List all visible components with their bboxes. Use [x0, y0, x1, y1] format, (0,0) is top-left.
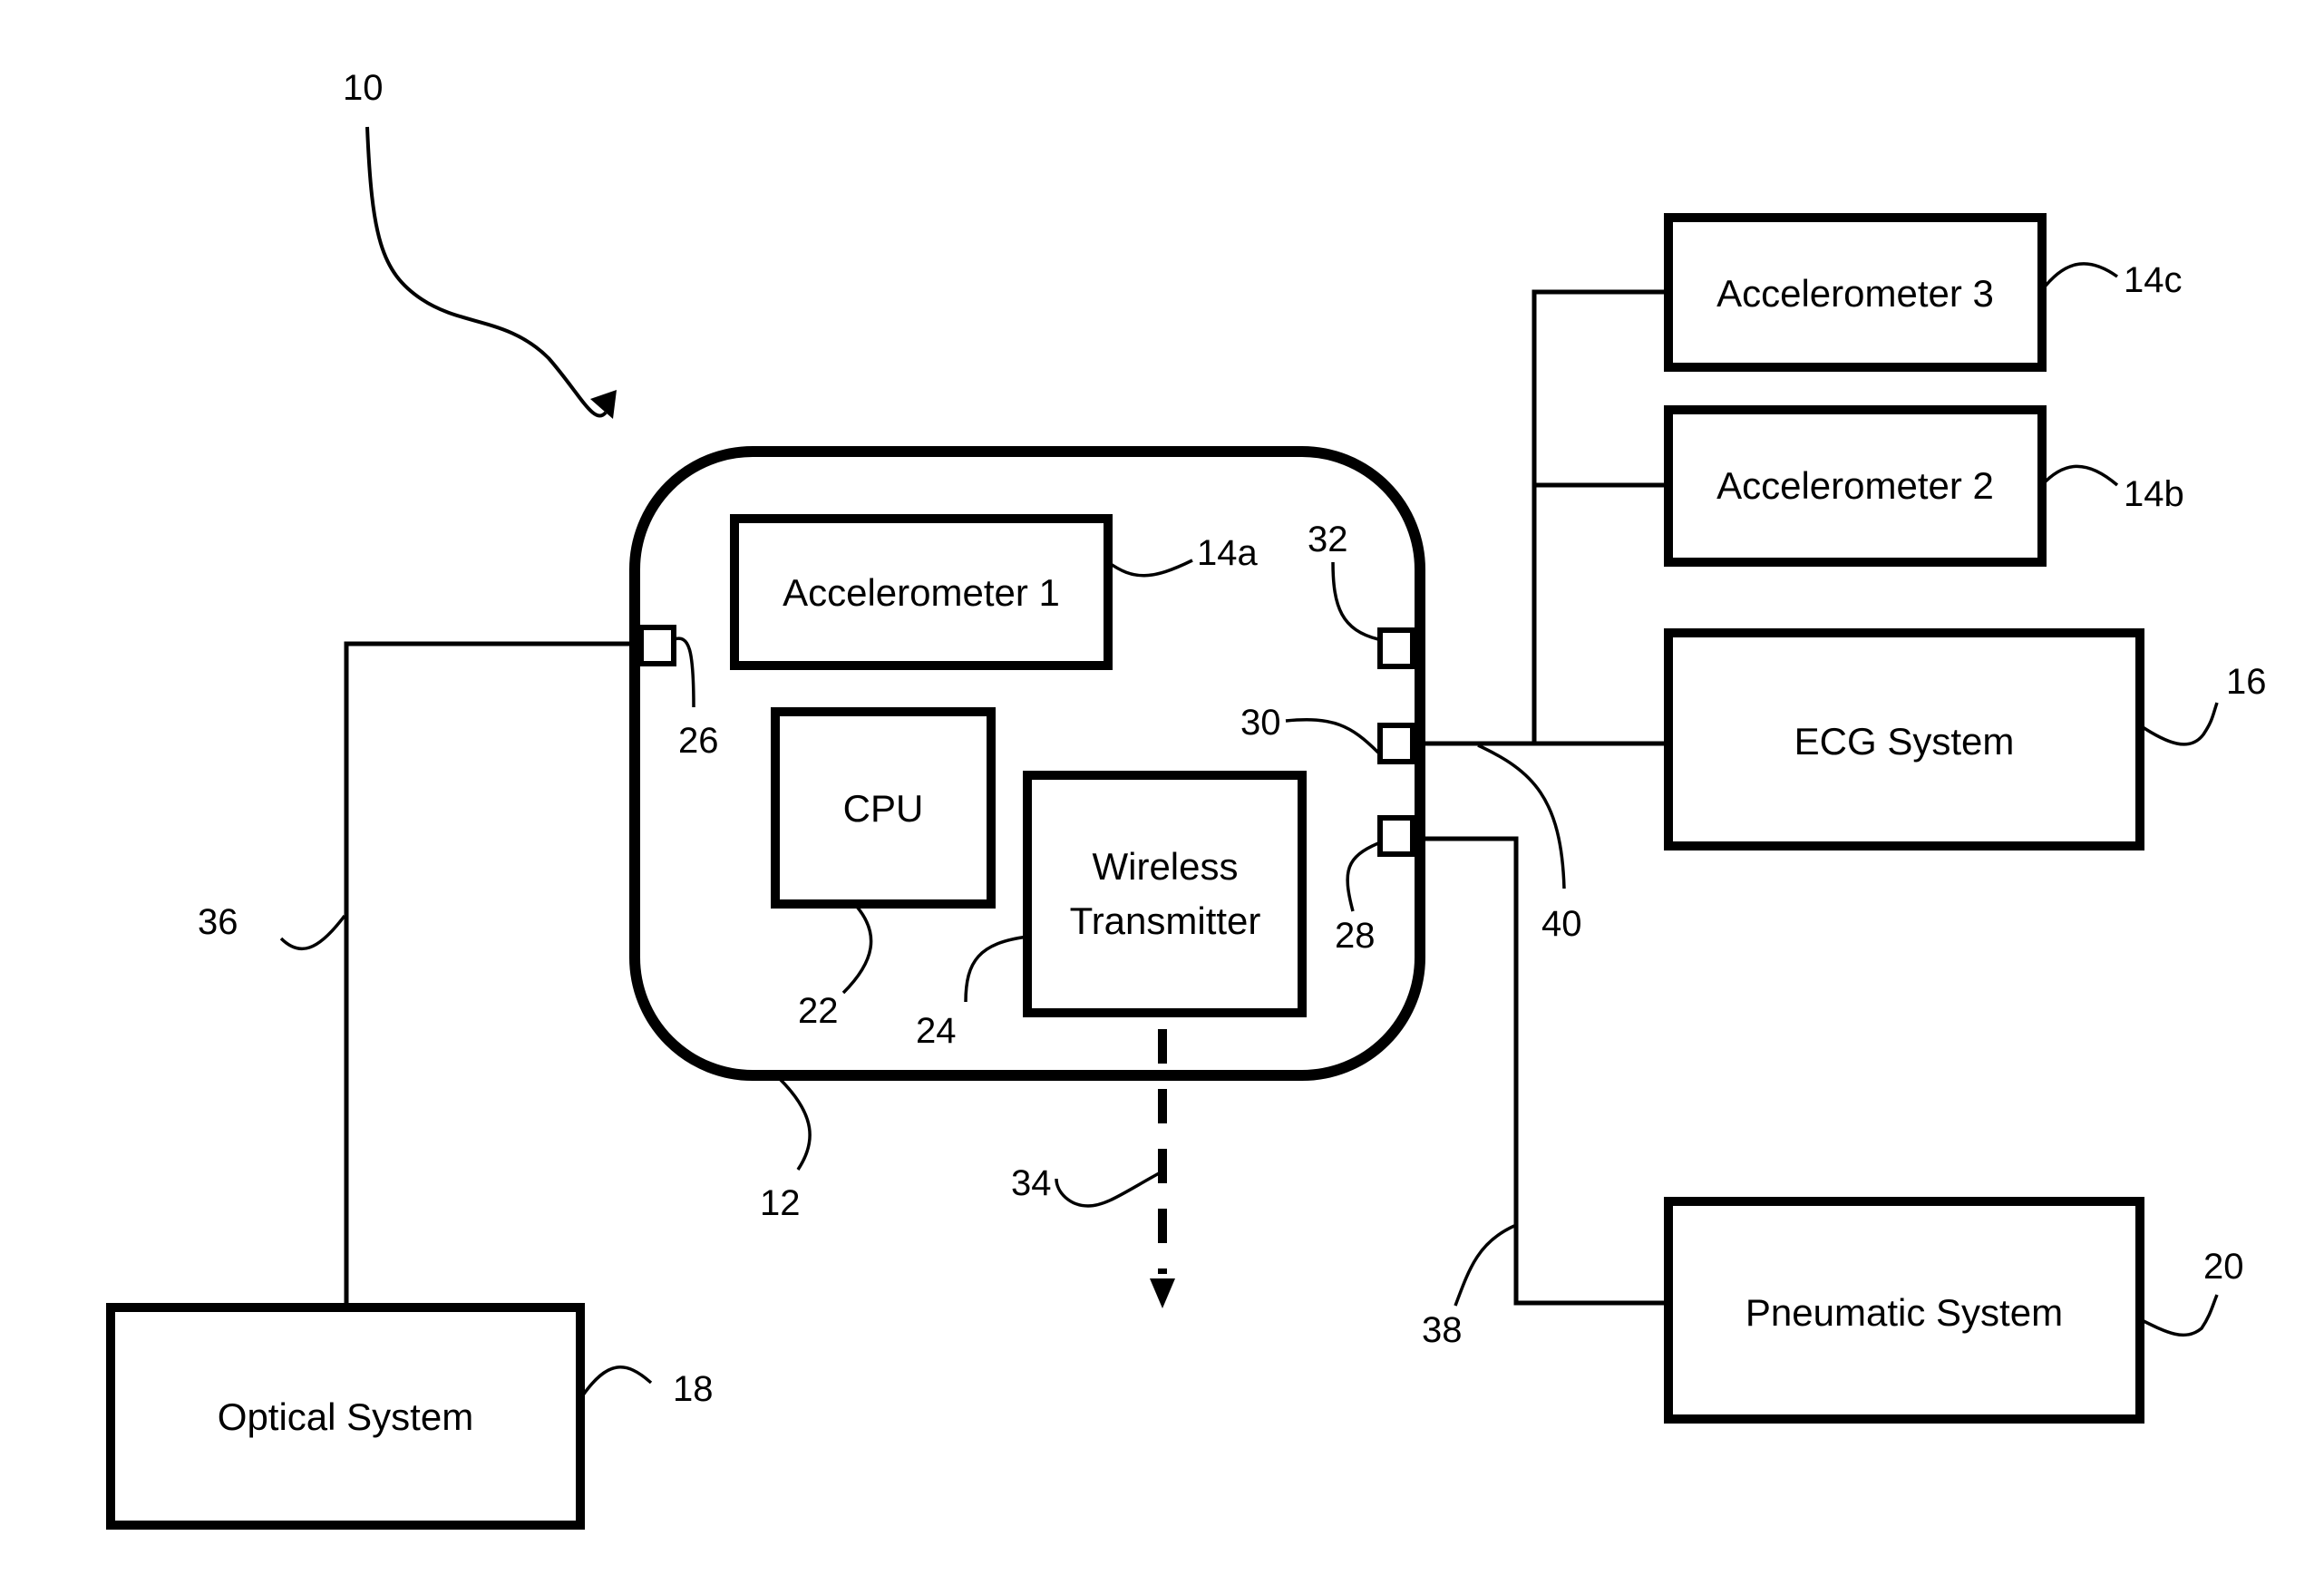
- ref-30: 30: [1240, 703, 1281, 743]
- ref-20: 20: [2203, 1247, 2244, 1287]
- ref-leader-40: [1477, 744, 1566, 889]
- ref-14a: 14a: [1197, 533, 1258, 573]
- ref-leader-16: [2139, 702, 2219, 746]
- ref-22: 22: [798, 991, 839, 1031]
- pneumatic-line: [1413, 836, 1668, 1306]
- accelerometer-2-label: Accelerometer 2: [1716, 464, 1994, 507]
- cpu-label: CPU: [843, 787, 924, 830]
- wireless-signal-arrowhead-icon: [1150, 1278, 1175, 1308]
- ref-leader-38: [1454, 1224, 1515, 1307]
- ref-18: 18: [673, 1369, 714, 1409]
- ref-32: 32: [1308, 520, 1348, 559]
- ref-14b: 14b: [2124, 474, 2184, 514]
- accelerometer-3-label: Accelerometer 3: [1716, 272, 1994, 315]
- patent-diagram: 10 12 Accelerometer 1 14a CPU 22 Wireles…: [106, 68, 2267, 1530]
- accelerometer-bus-vertical: [1532, 289, 1668, 744]
- wireless-label-line2: Transmitter: [1070, 899, 1261, 942]
- wireless-label-line1: Wireless: [1092, 845, 1238, 888]
- ref-16: 16: [2226, 662, 2267, 702]
- ref-36: 36: [198, 902, 238, 942]
- ref-26: 26: [678, 721, 719, 761]
- port-30: [1377, 723, 1415, 764]
- ref-leader-20: [2139, 1294, 2219, 1337]
- ref-10: 10: [343, 68, 384, 108]
- port-28: [1377, 815, 1415, 857]
- accelerometer-1-label: Accelerometer 1: [783, 571, 1060, 614]
- ref-leader-14c: [2040, 262, 2119, 292]
- optical-line: [344, 641, 641, 1307]
- ref-leader-12: [778, 1077, 812, 1171]
- ref-12: 12: [760, 1183, 801, 1223]
- ref-40: 40: [1541, 904, 1582, 944]
- ref-38: 38: [1422, 1310, 1463, 1350]
- wireless-transmitter-box: [1023, 771, 1307, 1017]
- pneumatic-system-label: Pneumatic System: [1745, 1291, 2063, 1334]
- port-32: [1377, 627, 1415, 669]
- ecg-system-label: ECG System: [1794, 720, 2015, 763]
- ref-14c: 14c: [2124, 260, 2183, 300]
- ref-leader-18: [580, 1366, 653, 1398]
- ref-28: 28: [1335, 916, 1376, 956]
- ref-24: 24: [916, 1011, 957, 1051]
- optical-system-label: Optical System: [218, 1395, 473, 1438]
- ref-leader-36: [279, 914, 346, 951]
- ref-leader-34: [1055, 1171, 1162, 1208]
- port-26: [638, 625, 676, 666]
- system-arrow: [365, 126, 608, 418]
- ref-leader-14b: [2040, 464, 2119, 487]
- ref-34: 34: [1011, 1163, 1052, 1203]
